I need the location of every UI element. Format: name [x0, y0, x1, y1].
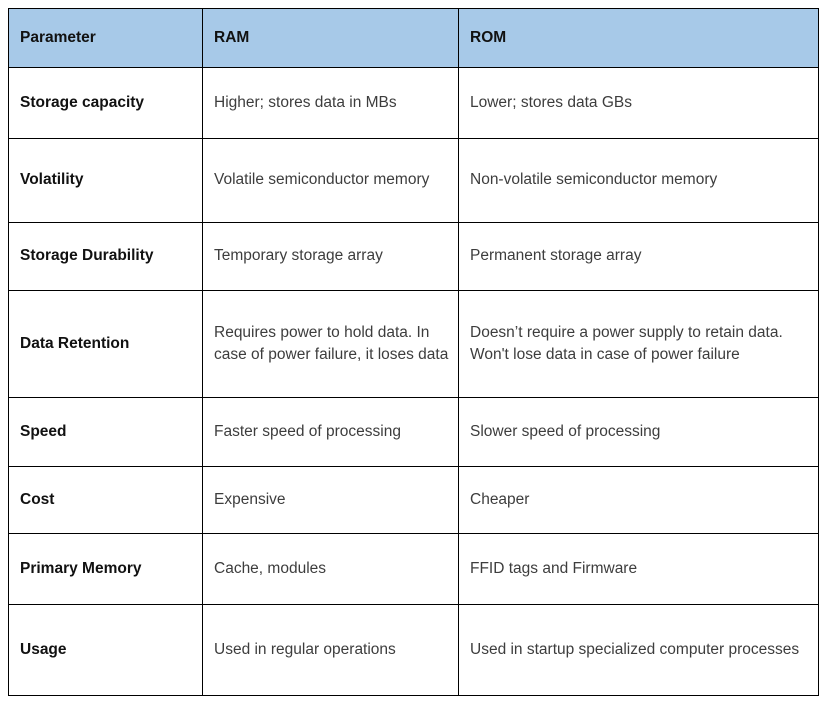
cell-parameter: Storage capacity: [8, 67, 203, 139]
table-row: Data Retention Requires power to hold da…: [8, 290, 819, 398]
cell-rom: Doesn’t require a power supply to retain…: [458, 290, 819, 398]
cell-ram: Requires power to hold data. In case of …: [202, 290, 459, 398]
ram-rom-comparison-table: Parameter RAM ROM Storage capacity Highe…: [8, 8, 819, 696]
cell-parameter: Usage: [8, 604, 203, 696]
table-body: Storage capacity Higher; stores data in …: [8, 67, 819, 696]
table-row: Usage Used in regular operations Used in…: [8, 604, 819, 696]
cell-rom: Non-volatile semiconductor memory: [458, 138, 819, 223]
cell-parameter: Data Retention: [8, 290, 203, 398]
cell-parameter: Primary Memory: [8, 533, 203, 605]
header-row: Parameter RAM ROM: [8, 8, 819, 68]
table-row: Storage Durability Temporary storage arr…: [8, 222, 819, 291]
cell-rom: Lower; stores data GBs: [458, 67, 819, 139]
column-header-rom: ROM: [458, 8, 819, 68]
column-header-parameter: Parameter: [8, 8, 203, 68]
table-row: Speed Faster speed of processing Slower …: [8, 397, 819, 467]
cell-rom: Cheaper: [458, 466, 819, 534]
table-row: Storage capacity Higher; stores data in …: [8, 67, 819, 139]
table-row: Cost Expensive Cheaper: [8, 466, 819, 534]
cell-ram: Higher; stores data in MBs: [202, 67, 459, 139]
cell-rom: Permanent storage array: [458, 222, 819, 291]
table-header: Parameter RAM ROM: [8, 8, 819, 68]
table-row: Volatility Volatile semiconductor memory…: [8, 138, 819, 223]
cell-rom: Used in startup specialized computer pro…: [458, 604, 819, 696]
cell-parameter: Storage Durability: [8, 222, 203, 291]
cell-ram: Expensive: [202, 466, 459, 534]
cell-ram: Volatile semiconductor memory: [202, 138, 459, 223]
column-header-ram: RAM: [202, 8, 459, 68]
cell-ram: Used in regular operations: [202, 604, 459, 696]
cell-ram: Temporary storage array: [202, 222, 459, 291]
cell-parameter: Volatility: [8, 138, 203, 223]
page-root: Parameter RAM ROM Storage capacity Highe…: [0, 0, 827, 708]
cell-ram: Faster speed of processing: [202, 397, 459, 467]
cell-rom: Slower speed of processing: [458, 397, 819, 467]
cell-ram: Cache, modules: [202, 533, 459, 605]
comparison-table-container: Parameter RAM ROM Storage capacity Highe…: [8, 8, 819, 696]
cell-parameter: Cost: [8, 466, 203, 534]
table-row: Primary Memory Cache, modules FFID tags …: [8, 533, 819, 605]
cell-rom: FFID tags and Firmware: [458, 533, 819, 605]
cell-parameter: Speed: [8, 397, 203, 467]
